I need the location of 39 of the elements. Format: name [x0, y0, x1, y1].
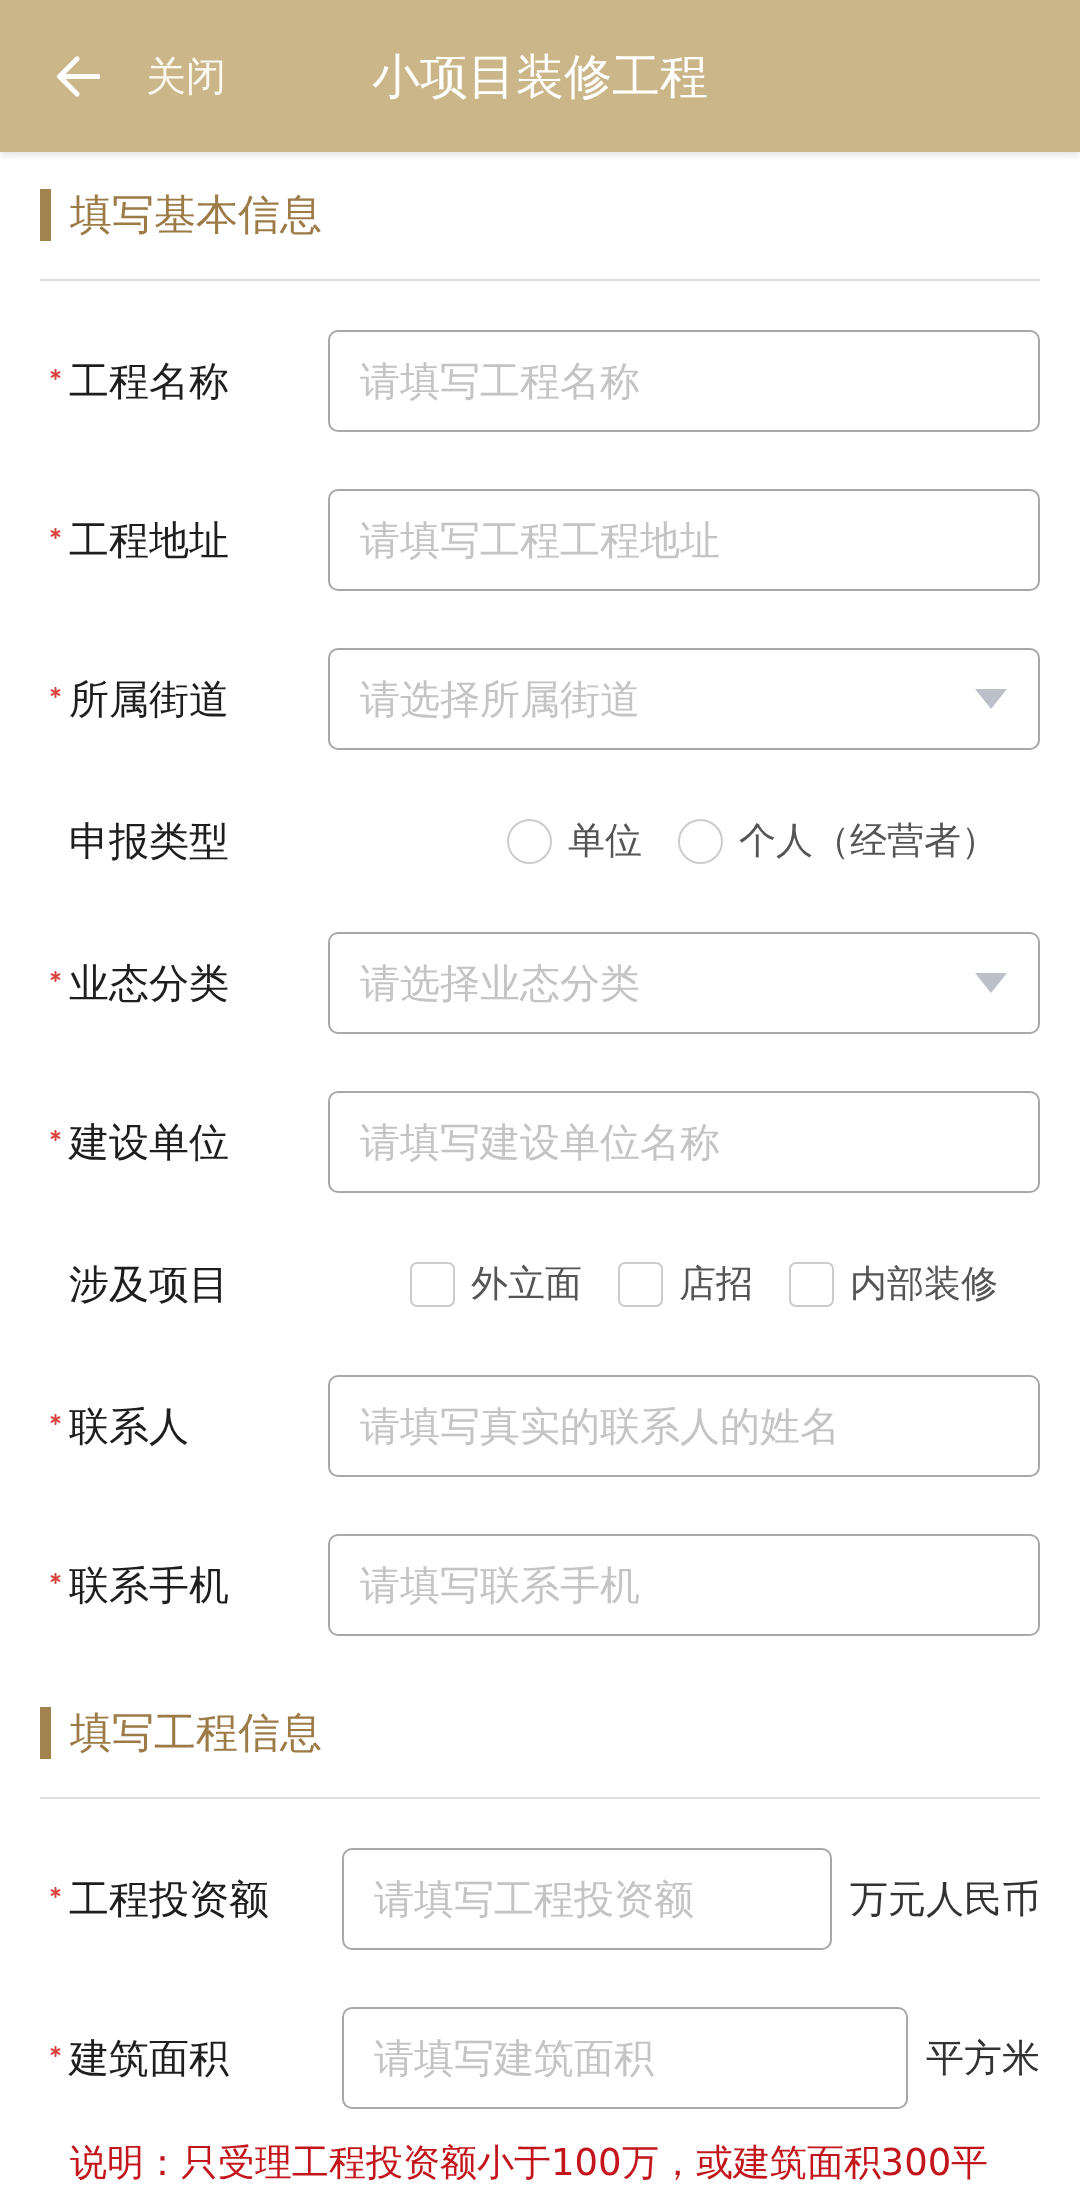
page-title: 小项目装修工程 [372, 48, 708, 104]
checkbox[interactable] [618, 1261, 663, 1307]
field-label: 联系人 [69, 1402, 189, 1450]
radio-label[interactable]: 个人（经营者） [739, 818, 998, 864]
field-label: 工程地址 [69, 516, 229, 564]
field-label: 业态分类 [69, 959, 229, 1007]
checkbox-label[interactable]: 外立面 [471, 1261, 582, 1307]
section-title: 填写基本信息 [40, 189, 1040, 241]
text-input-field[interactable]: 请填写联系手机 [328, 1534, 1040, 1636]
field-label: 所属街道 [69, 675, 229, 723]
back-arrow-icon[interactable] [55, 55, 100, 97]
note-text: 说明：只受理工程投资额小于100万，或建筑面积300平 [69, 2140, 990, 2186]
dropdown-caret-icon [975, 973, 1007, 993]
field-label: 建设单位 [69, 1118, 229, 1166]
field-label: 涉及项目 [69, 1260, 229, 1308]
field-label: 工程投资额 [69, 1875, 269, 1923]
field-label: 联系手机 [69, 1561, 229, 1609]
field-label: 工程名称 [69, 357, 229, 405]
checkbox[interactable] [410, 1261, 455, 1307]
unit-label: 万元人民币 [850, 1876, 1040, 1922]
text-input-field[interactable]: 请填写工程工程地址 [328, 489, 1040, 591]
radio-button[interactable] [678, 818, 723, 864]
checkbox-label[interactable]: 店招 [679, 1261, 753, 1307]
section-title: 填写工程信息 [40, 1707, 1040, 1759]
dropdown-caret-icon [975, 689, 1007, 709]
text-input-field[interactable]: 请填写工程投资额 [342, 1848, 832, 1950]
text-input-field[interactable]: 请填写建筑面积 [342, 2007, 908, 2109]
text-input-field[interactable]: 请填写工程名称 [328, 330, 1040, 432]
dropdown-field[interactable]: 请选择所属街道 [328, 648, 1040, 750]
checkbox-label[interactable]: 内部装修 [850, 1261, 998, 1307]
unit-label: 平方米 [926, 2035, 1040, 2081]
radio-label[interactable]: 单位 [568, 818, 642, 864]
text-input-field[interactable]: 请填写建设单位名称 [328, 1091, 1040, 1193]
radio-button[interactable] [507, 818, 552, 864]
field-label: 申报类型 [69, 817, 229, 865]
dropdown-field[interactable]: 请选择业态分类 [328, 932, 1040, 1034]
text-input-field[interactable]: 请填写真实的联系人的姓名 [328, 1375, 1040, 1477]
field-label: 建筑面积 [69, 2034, 229, 2082]
checkbox[interactable] [789, 1261, 834, 1307]
